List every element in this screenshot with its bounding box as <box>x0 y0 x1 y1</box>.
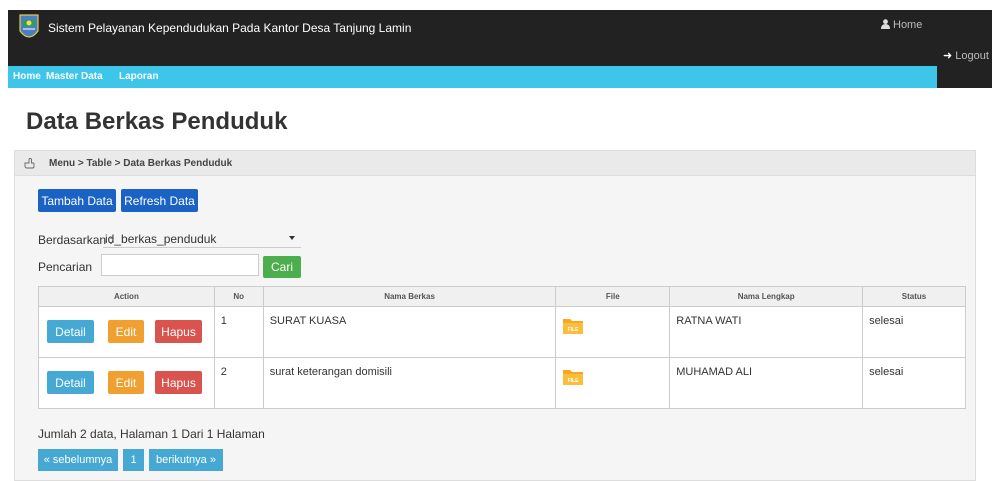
row-nama-lengkap: MUHAMAD ALI <box>669 357 864 409</box>
column-header-nama-lengkap: Nama Lengkap <box>669 286 864 307</box>
delete-button[interactable]: Hapus <box>155 320 202 343</box>
pagination-summary: Jumlah 2 data, Halaman 1 Dari 1 Halaman <box>38 427 265 441</box>
row-actions-cell: Detail Edit Hapus <box>38 306 215 358</box>
row-nama-lengkap: RATNA WATI <box>669 306 864 358</box>
column-header-no: No <box>213 286 264 307</box>
delete-button[interactable]: Hapus <box>155 371 202 394</box>
table-header-row: Action No Nama Berkas File Nama Lengkap … <box>38 286 966 307</box>
refresh-data-button[interactable]: Refresh Data <box>121 189 198 212</box>
filter-by-label: Berdasarkan : <box>38 233 113 247</box>
berkas-table: Action No Nama Berkas File Nama Lengkap … <box>38 286 966 409</box>
page-1-button[interactable]: 1 <box>123 449 144 471</box>
row-actions-cell: Detail Edit Hapus <box>38 357 215 409</box>
detail-button[interactable]: Detail <box>47 320 94 343</box>
row-file-cell: FILE <box>555 306 671 358</box>
nav-item-master-data[interactable]: Master Data <box>46 71 103 82</box>
logout-panel <box>937 38 992 88</box>
search-button[interactable]: Cari <box>263 256 301 278</box>
column-header-nama-berkas: Nama Berkas <box>262 286 557 307</box>
folder-file-icon[interactable]: FILE <box>562 317 584 335</box>
row-no: 2 <box>213 357 264 409</box>
column-header-action: Action <box>38 286 215 307</box>
caret-down-icon <box>289 236 295 240</box>
search-label: Pencarian : <box>38 260 106 274</box>
filter-by-value: id_berkas_penduduk <box>105 232 217 246</box>
main-navbar: Home Master Data Laporan <box>8 66 937 88</box>
column-header-status: Status <box>862 286 966 307</box>
prev-page-button[interactable]: « sebelumnya <box>38 449 118 471</box>
row-status: selesai <box>862 357 966 409</box>
detail-button[interactable]: Detail <box>47 371 94 394</box>
app-title: Sistem Pelayanan Kependudukan Pada Kanto… <box>48 21 412 35</box>
panel-heading: Menu > Table > Data Berkas Penduduk <box>15 151 975 176</box>
home-link-label: Home <box>893 19 923 31</box>
search-input[interactable] <box>101 254 259 276</box>
column-header-file: File <box>555 286 671 307</box>
edit-button[interactable]: Edit <box>108 371 144 394</box>
add-data-button[interactable]: Tambah Data <box>38 189 116 212</box>
window-frame <box>0 0 992 10</box>
logout-link-label: Logout <box>955 50 989 62</box>
row-status: selesai <box>862 306 966 358</box>
row-nama-berkas: surat keterangan domisili <box>262 357 557 409</box>
file-icon-text: FILE <box>568 327 579 333</box>
edit-button[interactable]: Edit <box>108 320 144 343</box>
row-no: 1 <box>213 306 264 358</box>
nav-item-laporan[interactable]: Laporan <box>119 71 158 82</box>
logout-link[interactable]: ➜ Logout <box>943 49 989 62</box>
row-nama-berkas: SURAT KUASA <box>262 306 557 358</box>
next-page-button[interactable]: berikutnya » <box>149 449 223 471</box>
page-title: Data Berkas Penduduk <box>26 108 288 135</box>
filter-by-select[interactable]: id_berkas_penduduk <box>103 230 301 248</box>
breadcrumb: Menu > Table > Data Berkas Penduduk <box>49 158 233 169</box>
top-header-bar: Sistem Pelayanan Kependudukan Pada Kanto… <box>8 10 992 66</box>
row-file-cell: FILE <box>555 357 671 409</box>
home-link[interactable]: Home <box>881 19 922 31</box>
regency-logo-icon <box>19 14 39 38</box>
table-row: Detail Edit Hapus 1 SURAT KUASA FILE RAT… <box>38 306 966 358</box>
table-row: Detail Edit Hapus 2 surat keterangan dom… <box>38 357 966 409</box>
nav-item-home[interactable]: Home <box>13 71 41 82</box>
hand-pointer-icon <box>24 158 35 169</box>
folder-file-icon[interactable]: FILE <box>562 368 584 386</box>
arrow-right-icon: ➜ <box>943 50 953 62</box>
file-icon-text: FILE <box>568 378 579 384</box>
user-icon <box>881 19 890 29</box>
